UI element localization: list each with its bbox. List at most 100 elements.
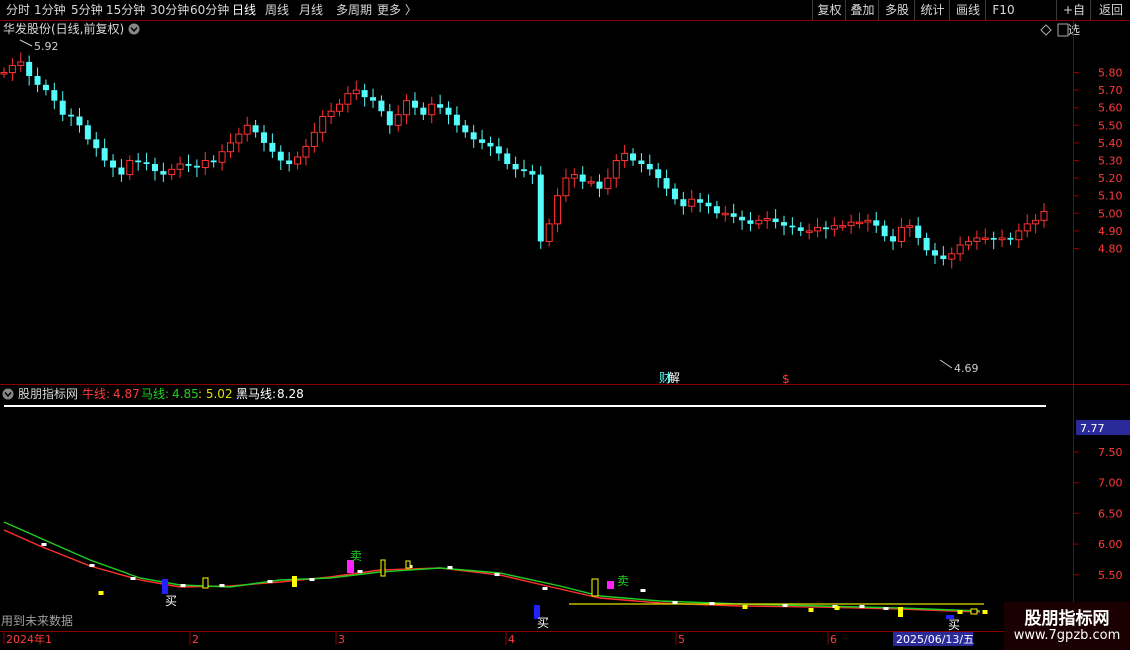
candle-body[interactable]	[59, 100, 66, 115]
candle-body[interactable]	[847, 221, 855, 227]
candle-body[interactable]	[319, 116, 327, 133]
candle-body[interactable]	[126, 160, 134, 176]
candle-body[interactable]	[160, 171, 167, 175]
candle-body[interactable]	[596, 181, 603, 189]
candle-body[interactable]	[218, 151, 226, 163]
candle-body[interactable]	[940, 255, 947, 260]
candle-body[interactable]	[1023, 223, 1031, 232]
candle-body[interactable]	[445, 107, 452, 115]
candle-body[interactable]	[739, 216, 746, 221]
candle-body[interactable]	[948, 253, 956, 260]
candle-body[interactable]	[176, 163, 184, 170]
candle-body[interactable]	[855, 221, 863, 225]
candle-body[interactable]	[110, 160, 117, 168]
candle-body[interactable]	[479, 139, 486, 143]
candle-body[interactable]	[437, 104, 444, 108]
candle-body[interactable]	[470, 132, 477, 140]
candle-body[interactable]	[370, 97, 377, 101]
candle-body[interactable]	[462, 125, 469, 133]
candle-body[interactable]	[243, 124, 251, 135]
candle-body[interactable]	[487, 142, 494, 147]
candle-body[interactable]	[453, 114, 460, 126]
candle-body[interactable]	[344, 93, 352, 105]
candle-body[interactable]	[688, 198, 696, 207]
candle-body[interactable]	[906, 225, 914, 228]
candle-body[interactable]	[352, 89, 360, 95]
candle-body[interactable]	[789, 225, 796, 228]
candle-body[interactable]	[638, 160, 645, 165]
candle-body[interactable]	[302, 145, 310, 158]
candle-body[interactable]	[562, 177, 570, 197]
candle-body[interactable]	[814, 226, 822, 232]
candle-body[interactable]	[554, 195, 562, 225]
title-dropdown-icon[interactable]	[128, 23, 140, 35]
candle-body[interactable]	[210, 160, 217, 163]
candle-body[interactable]	[8, 64, 16, 73]
candle-body[interactable]	[545, 223, 553, 242]
candle-body[interactable]	[386, 111, 393, 126]
candle-body[interactable]	[269, 142, 276, 152]
candle-body[interactable]	[663, 178, 670, 189]
candle-body[interactable]	[755, 219, 763, 225]
candle-body[interactable]	[286, 160, 293, 165]
diamond-icon[interactable]	[1040, 24, 1052, 36]
candle-body[interactable]	[151, 164, 158, 172]
candle-body[interactable]	[529, 171, 536, 175]
candle-body[interactable]	[772, 218, 779, 223]
candle-body[interactable]	[721, 212, 729, 216]
candle-body[interactable]	[118, 167, 125, 175]
candle-body[interactable]	[805, 230, 813, 233]
candle-body[interactable]	[864, 219, 872, 223]
candle-body[interactable]	[570, 174, 578, 179]
candle-body[interactable]	[890, 236, 897, 242]
candle-body[interactable]	[998, 237, 1006, 241]
candle-body[interactable]	[226, 142, 234, 153]
candle-body[interactable]	[168, 168, 176, 176]
candle-body[interactable]	[361, 90, 368, 98]
candle-body[interactable]	[915, 225, 922, 238]
candle-body[interactable]	[897, 226, 905, 242]
candle-body[interactable]	[973, 237, 981, 242]
candle-body[interactable]	[587, 181, 595, 184]
candle-body[interactable]	[135, 160, 142, 163]
candle-body[interactable]	[981, 237, 989, 240]
candle-body[interactable]	[730, 213, 737, 217]
candle-body[interactable]	[621, 152, 629, 162]
candle-body[interactable]	[201, 160, 209, 169]
candle-body[interactable]	[378, 100, 385, 112]
candle-body[interactable]	[604, 177, 612, 190]
candle-body[interactable]	[143, 162, 150, 165]
candle-body[interactable]	[747, 220, 754, 224]
candle-body[interactable]	[646, 164, 653, 170]
candle-body[interactable]	[26, 61, 33, 77]
candle-body[interactable]	[830, 225, 838, 230]
candle-body[interactable]	[1032, 219, 1040, 225]
candle-body[interactable]	[1040, 211, 1048, 221]
candle-body[interactable]	[1007, 237, 1014, 240]
candle-body[interactable]	[990, 237, 997, 240]
candle-body[interactable]	[277, 151, 284, 161]
candle-body[interactable]	[261, 132, 267, 143]
candle-body[interactable]	[495, 146, 502, 154]
candle-body[interactable]	[797, 227, 804, 231]
panel-maximize-icon[interactable]	[1057, 23, 1069, 37]
candle-body[interactable]	[881, 225, 888, 237]
candle-body[interactable]	[428, 103, 436, 116]
candle-body[interactable]	[873, 220, 880, 226]
candle-body[interactable]	[335, 103, 343, 112]
candle-body[interactable]	[294, 156, 302, 165]
candle-body[interactable]	[34, 76, 41, 85]
candle-body[interactable]	[763, 218, 771, 221]
candle-body[interactable]	[931, 250, 938, 256]
candle-body[interactable]	[521, 169, 527, 172]
candle-body[interactable]	[235, 133, 243, 144]
candle-body[interactable]	[252, 125, 259, 133]
candle-body[interactable]	[411, 100, 418, 108]
candle-body[interactable]	[42, 84, 49, 91]
candle-body[interactable]	[630, 153, 637, 161]
candle-body[interactable]	[17, 61, 25, 66]
candle-body[interactable]	[697, 199, 704, 203]
candle-body[interactable]	[1015, 230, 1023, 241]
candle-body[interactable]	[965, 240, 973, 246]
candle-body[interactable]	[713, 206, 720, 214]
